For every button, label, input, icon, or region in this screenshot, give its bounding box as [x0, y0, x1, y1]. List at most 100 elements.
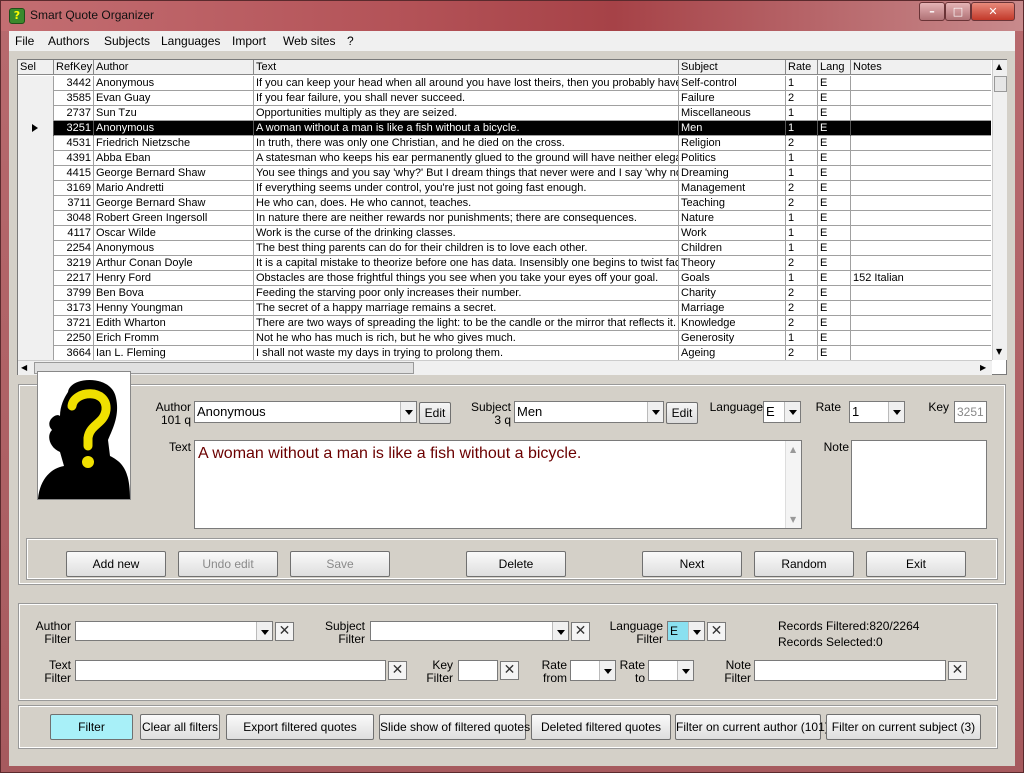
cell-subject[interactable]: Marriage [679, 301, 786, 316]
cell-author[interactable]: Friedrich Nietzsche [94, 136, 254, 151]
scroll-right-icon[interactable]: ▶ [980, 363, 986, 373]
cell-text[interactable]: He who can, does. He who cannot, teaches… [254, 196, 679, 211]
cell-rate[interactable]: 2 [786, 136, 818, 151]
cell-notes[interactable] [851, 76, 991, 91]
cell-rate[interactable]: 1 [786, 121, 818, 136]
row-selector[interactable] [18, 211, 54, 226]
cell-rate[interactable]: 1 [786, 331, 818, 346]
table-row[interactable]: 4531 Friedrich Nietzsche In truth, there w… [18, 136, 991, 151]
cell-author[interactable]: Abba Eban [94, 151, 254, 166]
menu-import[interactable]: Import [232, 34, 266, 48]
table-row[interactable]: 3721 Edith Wharton There are two ways of s… [18, 316, 991, 331]
edit-subject-button[interactable]: Edit [666, 402, 698, 424]
chevron-down-icon[interactable] [256, 622, 272, 640]
clear-key-filter-icon[interactable]: ✕ [500, 661, 519, 680]
table-row[interactable]: 3219 Arthur Conan Doyle It is a capital mi… [18, 256, 991, 271]
cell-rate[interactable]: 1 [786, 271, 818, 286]
minimize-button[interactable]: – [919, 2, 945, 21]
cell-lang[interactable]: E [818, 151, 851, 166]
scroll-left-icon[interactable]: ◀ [21, 363, 27, 373]
cell-text[interactable]: I shall not waste my days in trying to p… [254, 346, 679, 361]
cell-subject[interactable]: Management [679, 181, 786, 196]
scroll-up-icon[interactable]: ▲ [996, 62, 1002, 72]
cell-text[interactable]: Opportunities multiply as they are seize… [254, 106, 679, 121]
row-selector[interactable] [18, 136, 54, 151]
deleted-filtered-button[interactable]: Deleted filtered quotes [531, 714, 671, 740]
export-filtered-button[interactable]: Export filtered quotes [226, 714, 374, 740]
cell-subject[interactable]: Children [679, 241, 786, 256]
cell-refkey[interactable]: 3048 [54, 211, 94, 226]
save-button[interactable]: Save [290, 551, 390, 577]
cell-lang[interactable]: E [818, 106, 851, 121]
cell-author[interactable]: Anonymous [94, 121, 254, 136]
cell-notes[interactable] [851, 256, 991, 271]
cell-subject[interactable]: Ageing [679, 346, 786, 361]
cell-text[interactable]: Work is the curse of the drinking classe… [254, 226, 679, 241]
table-row[interactable]: 3585 Evan Guay If you fear failure, you sh… [18, 91, 991, 106]
cell-subject[interactable]: Nature [679, 211, 786, 226]
maximize-button[interactable]: □ [945, 2, 971, 21]
cell-notes[interactable] [851, 121, 991, 136]
scroll-down-icon[interactable]: ▼ [996, 347, 1002, 357]
cell-author[interactable]: Evan Guay [94, 91, 254, 106]
cell-text[interactable]: The best thing parents can do for their … [254, 241, 679, 256]
cell-subject[interactable]: Generosity [679, 331, 786, 346]
cell-refkey[interactable]: 4415 [54, 166, 94, 181]
cell-refkey[interactable]: 2254 [54, 241, 94, 256]
cell-author[interactable]: Sun Tzu [94, 106, 254, 121]
clear-subject-filter-icon[interactable]: ✕ [571, 622, 590, 641]
subject-select[interactable]: Men [514, 401, 664, 423]
cell-refkey[interactable]: 3799 [54, 286, 94, 301]
row-selector[interactable] [18, 121, 54, 136]
exit-button[interactable]: Exit [866, 551, 966, 577]
key-filter-input[interactable] [458, 660, 498, 681]
quotes-grid[interactable]: Sel RefKey Author Text Subject Rate Lang… [17, 59, 1007, 375]
cell-lang[interactable]: E [818, 316, 851, 331]
cell-notes[interactable] [851, 211, 991, 226]
clear-author-filter-icon[interactable]: ✕ [275, 622, 294, 641]
cell-author[interactable]: Oscar Wilde [94, 226, 254, 241]
row-selector[interactable] [18, 91, 54, 106]
cell-rate[interactable]: 1 [786, 106, 818, 121]
filter-current-author-button[interactable]: Filter on current author (101) [675, 714, 829, 740]
cell-subject[interactable]: Failure [679, 91, 786, 106]
cell-notes[interactable] [851, 316, 991, 331]
text-filter-input[interactable] [75, 660, 386, 681]
cell-author[interactable]: Ian L. Fleming [94, 346, 254, 361]
cell-subject[interactable]: Self-control [679, 76, 786, 91]
cell-text[interactable]: The secret of a happy marriage remains a… [254, 301, 679, 316]
cell-subject[interactable]: Religion [679, 136, 786, 151]
cell-subject[interactable]: Knowledge [679, 316, 786, 331]
cell-rate[interactable]: 2 [786, 346, 818, 361]
cell-refkey[interactable]: 3711 [54, 196, 94, 211]
cell-text[interactable]: In truth, there was only one Christian, … [254, 136, 679, 151]
scroll-up-icon[interactable]: ▲ [790, 445, 796, 455]
cell-lang[interactable]: E [818, 76, 851, 91]
menu-help[interactable]: ? [347, 34, 354, 48]
cell-rate[interactable]: 2 [786, 181, 818, 196]
chevron-down-icon[interactable] [677, 661, 693, 680]
delete-button[interactable]: Delete [466, 551, 566, 577]
cell-refkey[interactable]: 4117 [54, 226, 94, 241]
edit-author-button[interactable]: Edit [419, 402, 451, 424]
cell-rate[interactable]: 1 [786, 211, 818, 226]
table-row[interactable]: 3664 Ian L. Fleming I shall not waste my d… [18, 346, 991, 361]
row-selector[interactable] [18, 331, 54, 346]
rate-to-select[interactable] [648, 660, 694, 681]
clear-language-filter-icon[interactable]: ✕ [707, 622, 726, 641]
cell-author[interactable]: Mario Andretti [94, 181, 254, 196]
note-text-area[interactable] [851, 440, 987, 529]
table-row[interactable]: 4117 Oscar Wilde Work is the curse of the … [18, 226, 991, 241]
cell-notes[interactable] [851, 196, 991, 211]
cell-text[interactable]: You see things and you say 'why?' But I … [254, 166, 679, 181]
cell-lang[interactable]: E [818, 331, 851, 346]
row-selector[interactable] [18, 196, 54, 211]
clear-all-filters-button[interactable]: Clear all filters [140, 714, 220, 740]
cell-notes[interactable] [851, 346, 991, 361]
cell-refkey[interactable]: 3585 [54, 91, 94, 106]
cell-subject[interactable]: Men [679, 121, 786, 136]
row-selector[interactable] [18, 286, 54, 301]
cell-notes[interactable] [851, 181, 991, 196]
cell-lang[interactable]: E [818, 166, 851, 181]
chevron-down-icon[interactable] [552, 622, 568, 640]
